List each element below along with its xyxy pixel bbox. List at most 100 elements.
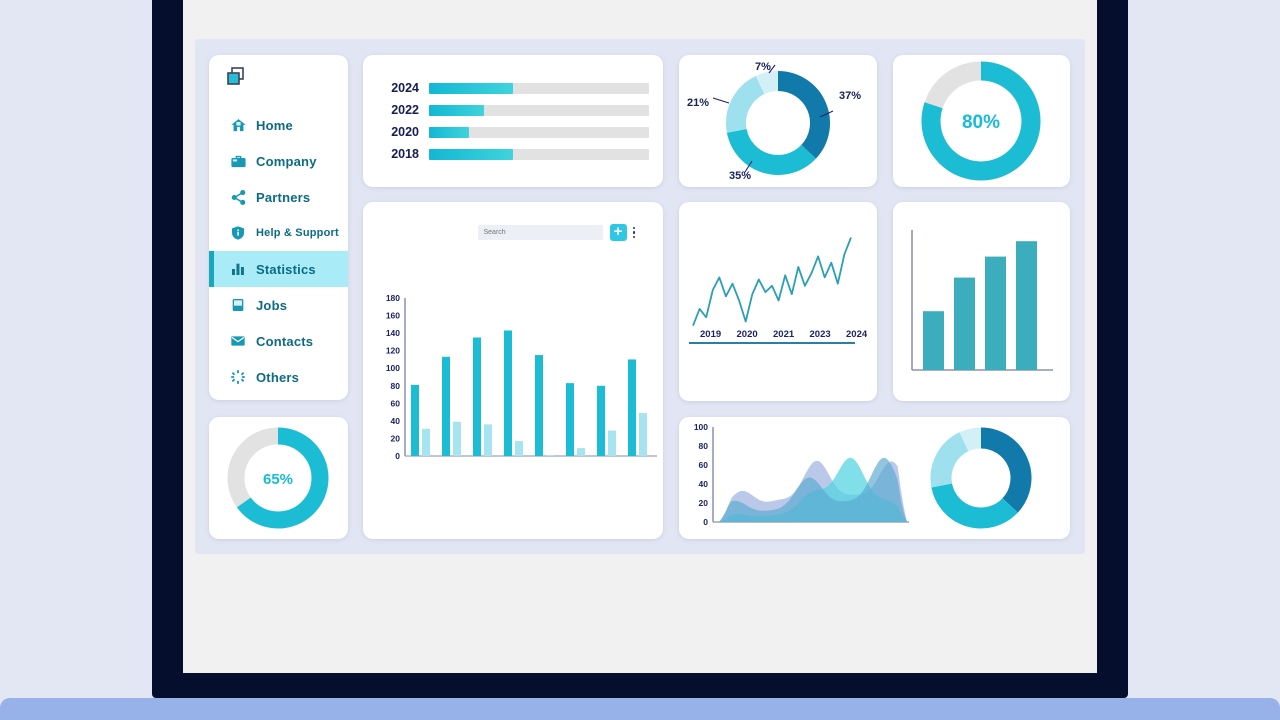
y-tick-label: 100 bbox=[386, 363, 400, 373]
progress-track bbox=[429, 82, 649, 94]
bar-secondary bbox=[546, 455, 554, 456]
progress-fill bbox=[429, 104, 484, 116]
info-icon bbox=[229, 224, 247, 242]
bar-series bbox=[411, 330, 647, 456]
bar-primary bbox=[566, 383, 574, 456]
sidebar-item-contacts[interactable]: Contacts bbox=[209, 323, 348, 359]
add-button[interactable]: + bbox=[609, 224, 627, 241]
sidebar-item-home[interactable]: Home bbox=[209, 107, 348, 143]
sidebar-item-label: Others bbox=[256, 369, 300, 385]
bar-primary bbox=[473, 337, 481, 456]
bar-primary bbox=[504, 330, 512, 456]
column-bar bbox=[1016, 241, 1037, 370]
y-tick-label: 140 bbox=[386, 328, 400, 338]
sidebar-item-label: Contacts bbox=[256, 333, 314, 349]
sidebar: Home Company Partners Help & Support Sta… bbox=[209, 55, 348, 400]
unlabeled-donut-chart bbox=[930, 427, 1032, 529]
y-axis-ticks: 180 160 140 120 100 80 60 40 20 0 bbox=[386, 293, 400, 461]
sidebar-item-partners[interactable]: Partners bbox=[209, 179, 348, 215]
progress-row: 2018 bbox=[377, 143, 649, 165]
y-tick-label: 60 bbox=[391, 398, 401, 408]
gauge-65-chart: 65% bbox=[227, 427, 329, 529]
y-tick-label: 160 bbox=[386, 311, 400, 321]
bar-secondary bbox=[608, 430, 616, 456]
gauge-65-card: 65% bbox=[209, 417, 348, 539]
y-tick-label: 80 bbox=[391, 381, 401, 391]
sidebar-item-label: Home bbox=[256, 117, 293, 133]
bar-secondary bbox=[515, 441, 523, 456]
sidebar-item-help-and-support[interactable]: Help & Support bbox=[209, 215, 348, 251]
x-axis-year-labels: 2019 2020 2021 2023 2024 bbox=[700, 329, 868, 340]
sidebar-item-jobs[interactable]: Jobs bbox=[209, 287, 348, 323]
trend-line-path bbox=[692, 237, 852, 327]
y-tick-label: 100 bbox=[694, 422, 708, 432]
screenshot-scene: Home Company Partners Help & Support Sta… bbox=[0, 0, 1280, 720]
labeled-donut-card: 37% 35% 21% 7% bbox=[679, 55, 877, 187]
spinner-icon bbox=[229, 368, 247, 386]
y-axis-ticks: 100 80 60 40 20 0 bbox=[694, 422, 708, 527]
kebab-menu-icon[interactable] bbox=[632, 226, 635, 239]
progress-row: 2022 bbox=[377, 99, 649, 121]
donut-label: 37% bbox=[839, 90, 861, 102]
envelope-icon bbox=[229, 332, 247, 350]
sidebar-item-label: Statistics bbox=[256, 261, 316, 277]
gauge-center-label: 65% bbox=[263, 471, 293, 488]
x-tick-label: 2020 bbox=[737, 329, 758, 340]
progress-year-label: 2020 bbox=[391, 125, 419, 139]
bar-secondary bbox=[484, 424, 492, 456]
overlapping-squares-logo[interactable] bbox=[224, 65, 248, 89]
progress-year-label: 2024 bbox=[391, 81, 419, 95]
sidebar-item-label: Partners bbox=[256, 189, 311, 205]
column-bar bbox=[923, 311, 944, 370]
x-tick-label: 2024 bbox=[846, 329, 868, 340]
bar-primary bbox=[411, 384, 419, 456]
area-and-donut-card: 100 80 60 40 20 0 bbox=[679, 417, 1070, 539]
sidebar-item-statistics[interactable]: Statistics bbox=[209, 251, 348, 287]
grouped-bar-card: + 180 160 140 120 100 80 60 40 20 0 bbox=[363, 202, 663, 539]
bar-secondary bbox=[639, 412, 647, 456]
sidebar-item-label: Help & Support bbox=[256, 227, 339, 239]
y-tick-label: 80 bbox=[699, 441, 709, 451]
sidebar-item-label: Company bbox=[256, 153, 317, 169]
tablet-icon bbox=[229, 296, 247, 314]
bar-secondary bbox=[453, 421, 461, 456]
y-tick-label: 120 bbox=[386, 346, 400, 356]
search-input[interactable] bbox=[477, 225, 603, 240]
desk-surface bbox=[0, 698, 1280, 720]
progress-year-label: 2018 bbox=[391, 147, 419, 161]
gauge-80-card: 80% bbox=[893, 55, 1070, 187]
gauge-80-chart: 80% bbox=[921, 61, 1041, 181]
progress-fill bbox=[429, 82, 513, 94]
share-icon bbox=[229, 188, 247, 206]
y-tick-label: 20 bbox=[699, 498, 709, 508]
sidebar-item-others[interactable]: Others bbox=[209, 359, 348, 395]
y-tick-label: 20 bbox=[391, 433, 401, 443]
progress-track bbox=[429, 126, 649, 138]
labeled-donut-chart: 37% 35% 21% 7% bbox=[687, 61, 861, 182]
sidebar-item-company[interactable]: Company bbox=[209, 143, 348, 179]
ascending-column-card bbox=[893, 202, 1070, 401]
progress-year-label: 2022 bbox=[391, 103, 419, 117]
bar-chart-icon bbox=[229, 260, 247, 278]
y-tick-label: 40 bbox=[699, 479, 709, 489]
briefcase-icon bbox=[229, 152, 247, 170]
grouped-bar-chart: 180 160 140 120 100 80 60 40 20 0 bbox=[386, 293, 657, 461]
y-tick-label: 40 bbox=[391, 416, 401, 426]
column-bar bbox=[985, 256, 1006, 370]
y-tick-label: 0 bbox=[395, 451, 400, 461]
progress-fill bbox=[429, 126, 469, 138]
x-tick-label: 2023 bbox=[810, 329, 831, 340]
column-bar bbox=[954, 277, 975, 370]
donut-label: 21% bbox=[687, 97, 709, 109]
bar-primary bbox=[535, 355, 543, 456]
bar-primary bbox=[628, 359, 636, 456]
progress-track bbox=[429, 148, 649, 160]
sidebar-item-label: Jobs bbox=[256, 297, 288, 313]
column-series bbox=[923, 241, 1037, 370]
wave-area-chart: 100 80 60 40 20 0 bbox=[694, 422, 1032, 529]
donut-label: 35% bbox=[729, 170, 751, 182]
home-icon bbox=[229, 116, 247, 134]
x-tick-label: 2019 bbox=[700, 329, 721, 340]
bar-secondary bbox=[422, 428, 430, 456]
bars-toolbar: + bbox=[363, 224, 663, 241]
